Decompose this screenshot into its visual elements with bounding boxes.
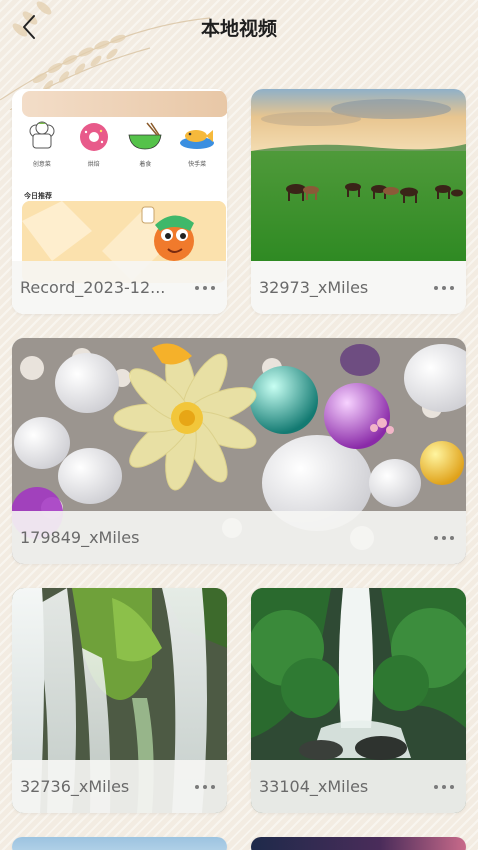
more-dots-icon[interactable] — [424, 777, 454, 797]
category-label: 着食 — [139, 161, 152, 168]
video-card[interactable] — [251, 837, 466, 850]
more-dots-icon[interactable] — [424, 278, 454, 298]
chef-hat-icon — [29, 121, 55, 149]
video-name: 32973_xMiles — [259, 278, 369, 297]
video-thumbnail — [12, 837, 227, 850]
more-dots-icon[interactable] — [424, 528, 454, 548]
bowl-icon — [128, 122, 162, 150]
video-name: 33104_xMiles — [259, 777, 369, 796]
video-name: 32736_xMiles — [20, 777, 130, 796]
video-card[interactable] — [12, 837, 227, 850]
video-card[interactable]: 32736_xMiles — [12, 588, 227, 813]
video-caption: 179849_xMiles — [12, 511, 466, 564]
video-caption: 32736_xMiles — [12, 760, 227, 813]
video-card[interactable]: 33104_xMiles — [251, 588, 466, 813]
recipe-category-row: 创意菜 烘焙 着食 快手菜 — [12, 121, 227, 168]
recipe-banner — [22, 91, 227, 117]
video-thumbnail — [251, 837, 466, 850]
video-card[interactable]: 179849_xMiles — [12, 338, 466, 564]
category-staple: 着食 — [120, 121, 170, 168]
video-thumbnail — [251, 89, 466, 261]
video-card[interactable]: 32973_xMiles — [251, 89, 466, 314]
video-caption: Record_2023-12... — [12, 261, 227, 314]
video-name: 179849_xMiles — [20, 528, 140, 547]
category-label: 创意菜 — [32, 161, 51, 168]
video-name: Record_2023-12... — [20, 278, 166, 297]
video-caption: 32973_xMiles — [251, 261, 466, 314]
more-dots-icon[interactable] — [185, 278, 215, 298]
page-title: 本地视频 — [200, 18, 277, 40]
category-quick: 快手菜 — [172, 121, 222, 168]
category-creative: 创意菜 — [17, 121, 67, 168]
video-card[interactable]: 创意菜 烘焙 着食 快手菜 今日推荐 Record_2023-12... — [12, 89, 227, 314]
category-baking: 烘焙 — [69, 121, 119, 168]
category-label: 烘焙 — [87, 161, 100, 168]
fish-plate-icon — [180, 130, 215, 149]
category-label: 快手菜 — [188, 161, 207, 168]
more-dots-icon[interactable] — [185, 777, 215, 797]
app-header: 本地视频 — [0, 0, 478, 56]
donut-icon — [79, 123, 108, 151]
recipe-section-label: 今日推荐 — [24, 192, 52, 200]
video-caption: 33104_xMiles — [251, 760, 466, 813]
